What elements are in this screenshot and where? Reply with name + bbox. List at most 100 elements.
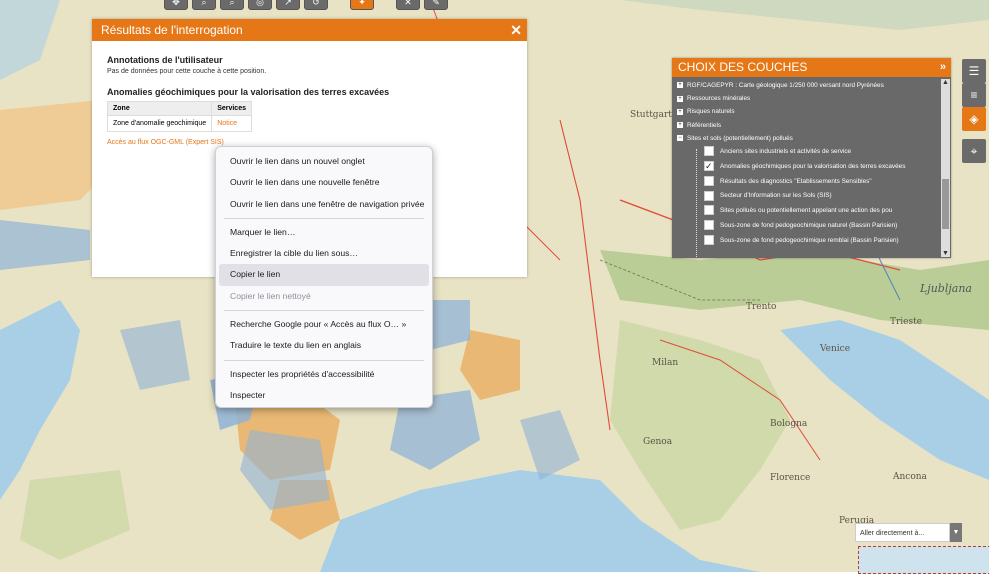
layer-checkbox-checked[interactable] [704,159,714,174]
menu-item-open-new-window[interactable]: Ouvrir le lien dans une nouvelle fenêtre [219,172,429,193]
context-menu: Ouvrir le lien dans un nouvel onglet Ouv… [215,146,433,408]
sublayer-item[interactable]: Sous-zone de fond pedogeochimique nature… [674,219,939,234]
layer-list: + RGF/CAGEPYR : Carte géologique 1/250 00… [674,79,939,257]
results-header: Résultats de l'interrogation ✕ [92,19,527,41]
zoom-in-icon[interactable]: ✥ [164,0,188,10]
menu-separator [224,359,424,361]
layer-group-item[interactable]: − Sites et sols (potentiellement) pollués [674,132,939,145]
layer-group-item[interactable]: + Ressources minérales [674,92,939,105]
map-label-trieste: Trieste [890,317,923,327]
layer-checkbox[interactable] [704,235,714,246]
layer-list-scrollbar[interactable]: ▲ ▼ [941,79,950,257]
sublayer-label: Sous-zone de fond pedogeochimique nature… [720,221,898,229]
scroll-up-icon[interactable]: ▲ [941,79,950,86]
layer-group-item[interactable]: + RGF/CAGEPYR : Carte géologique 1/250 00… [674,79,939,92]
layer-group-label: Sites et sols (potentiellement) pollués [687,134,793,142]
sublayer-label: Sites pollués ou potentiellement appelan… [720,207,893,215]
map-label-trento: Trento [746,302,777,312]
section-text-annotations: Pas de données pour cette couche à cette… [107,68,267,75]
menu-item-inspect-accessibility[interactable]: Inspecter les propriétés d'accessibilité [219,364,429,385]
goto-label: Aller directement à... [860,530,925,537]
menu-separator [224,310,424,312]
layer-group-label: Référentiels [687,121,722,129]
map-label-bologna: Bologna [770,419,808,429]
layers-title: CHOIX DES COUCHES [678,60,808,74]
chevron-down-icon[interactable]: ▼ [950,523,962,542]
menu-item-open-new-tab[interactable]: Ouvrir le lien dans un nouvel onglet [219,151,429,172]
map-label-milan: Milan [652,358,679,368]
collapse-icon[interactable]: − [677,135,683,142]
layer-checkbox[interactable] [704,146,714,157]
goto-location-select[interactable]: Aller directement à... ▼ [855,523,962,542]
layer-group-label: Risques naturels [687,108,735,116]
tree-line [696,149,698,257]
scrollbar-thumb[interactable] [942,179,949,229]
sublayer-item[interactable]: Résultats des diagnostics "Etablissement… [674,175,939,190]
close-icon[interactable]: ✕ [510,19,522,41]
expand-icon[interactable]: + [677,95,683,102]
menu-item-google-search[interactable]: Recherche Google pour « Accès au flux O…… [219,314,429,335]
flux-link[interactable]: Accès au flux OGC-GML (Expert SIS) [107,139,512,146]
menu-item-copy-link[interactable]: Copier le lien [219,264,429,286]
layer-checkbox[interactable] [704,205,714,216]
sublayer-item[interactable]: Secteur d'Information sur les Sols (SIS) [674,189,939,204]
sublayer-label: Résultats des diagnostics "Etablissement… [720,177,872,185]
table-header-zone: Zone [106,101,213,116]
layers-header: CHOIX DES COUCHES » [672,58,951,77]
overview-map[interactable] [858,546,989,574]
menu-item-save-link-as[interactable]: Enregistrer la cible du lien sous… [219,243,429,264]
sublayer-label: Sous-zone de fond pedogeochimique rembla… [720,236,899,244]
map-select-icon[interactable]: ◈ [962,107,986,131]
menu-item-bookmark-link[interactable]: Marquer le lien… [219,222,429,243]
sublayer-label: Anomalies géochimiques pour la valorisat… [720,162,906,170]
section-title-annotations: Annotations de l'utilisateur [107,55,223,65]
expand-icon[interactable]: + [677,108,683,115]
layer-group-label: Ressources minérales [687,95,751,103]
layer-group-item[interactable]: + Référentiels [674,119,939,132]
sublayer-item[interactable]: Anomalies géochimiques pour la valorisat… [674,159,939,175]
legend-icon[interactable]: ≡ [962,83,986,107]
layer-chooser-panel: CHOIX DES COUCHES » + RGF/CAGEPYR : Carte… [672,58,951,258]
tools-icon[interactable]: ✕ [396,0,420,10]
identify-icon[interactable]: ◎ [248,0,272,10]
info-icon[interactable]: ✦ [350,0,374,10]
map-toolbar: ✥ ⌕ ⌕ ◎ ↗ ↺ ✦ ✕ ✎ [164,0,448,10]
section-title-anomalies: Anomalies géochimiques pour la valorisat… [107,87,390,97]
expand-icon[interactable]: + [677,82,683,89]
map-label-ancona: Ancona [893,472,927,482]
notice-link[interactable]: Notice [211,115,252,132]
sublayer-label: Secteur d'Information sur les Sols (SIS) [720,192,832,200]
layer-checkbox[interactable] [704,175,714,186]
menu-item-inspect[interactable]: Inspecter [219,385,429,406]
table-row: Zone d'anomalie geochimique Notice [106,115,252,132]
sublayer-item[interactable]: Sous-zone de fond pedogeochimique rembla… [674,234,939,249]
share-icon[interactable]: ✎ [424,0,448,10]
map-label-florence: Florence [770,473,811,483]
layer-group-item[interactable]: + Risques naturels [674,105,939,118]
sublayer-label: Anciens sites industriels et activités d… [720,147,852,155]
print-icon[interactable]: ↺ [304,0,328,10]
results-title: Résultats de l'interrogation [101,23,243,37]
map-label-ljubljana: Ljubljana [920,282,972,295]
results-table: Zone Services Zone d'anomalie geochimiqu… [106,101,252,132]
menu-separator [224,217,424,219]
menu-item-translate-link[interactable]: Traduire le texte du lien en anglais [219,335,429,356]
table-cell-zone: Zone d'anomalie geochimique [106,115,213,132]
collapse-panel-icon[interactable]: » [940,58,946,77]
layer-group-label: RGF/CAGEPYR : Carte géologique 1/250 000… [687,82,884,89]
map-label-venice: Venice [820,344,851,354]
menu-item-open-private-window[interactable]: Ouvrir le lien dans une fenêtre de navig… [219,194,429,215]
layer-checkbox[interactable] [704,190,714,201]
map-label-stuttgart: Stuttgart [630,110,672,120]
scroll-down-icon[interactable]: ▼ [941,250,950,257]
measure-icon[interactable]: ↗ [276,0,300,10]
zoom-box-icon[interactable]: ⌕ [220,0,244,10]
sublayer-item[interactable]: Sites pollués ou potentiellement appelan… [674,204,939,219]
layers-icon[interactable]: ☰ [962,59,986,83]
zoom-out-icon[interactable]: ⌕ [192,0,216,10]
layer-checkbox[interactable] [704,220,714,231]
expand-icon[interactable]: + [677,121,683,128]
sublayer-item[interactable]: Anciens sites industriels et activités d… [674,145,939,160]
locate-icon[interactable]: ⌖ [962,139,986,163]
map-label-genoa: Genoa [643,437,673,447]
